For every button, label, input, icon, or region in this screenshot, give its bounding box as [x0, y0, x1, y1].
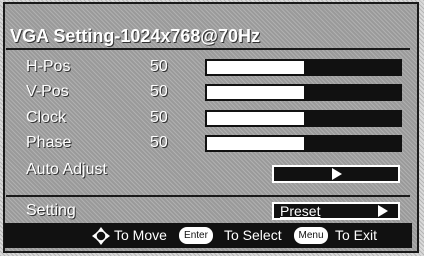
directional-pad-icon	[92, 227, 110, 245]
menu-key-icon: Menu	[294, 227, 328, 244]
preset-selector[interactable]: Preset	[272, 202, 400, 220]
clock-value: 50	[150, 109, 168, 126]
preset-option: Preset	[280, 203, 321, 219]
h-pos-label: H-Pos	[26, 58, 71, 75]
v-pos-slider-fill	[303, 86, 400, 99]
move-hint: To Move	[114, 227, 167, 243]
setting-label: Setting	[26, 202, 76, 219]
auto-adjust-label: Auto Adjust	[26, 161, 107, 178]
footer-hint-bar: To Move Enter To Select Menu To Exit	[4, 223, 412, 248]
phase-label: Phase	[26, 134, 72, 151]
play-arrow-icon	[332, 168, 342, 180]
phase-slider-fill	[303, 137, 400, 150]
v-pos-label: V-Pos	[26, 83, 69, 100]
setting-divider	[6, 195, 410, 197]
enter-key-icon: Enter	[179, 227, 213, 244]
auto-adjust-button[interactable]	[272, 165, 400, 183]
select-hint: To Select	[224, 227, 282, 243]
clock-slider[interactable]	[205, 110, 402, 127]
phase-value: 50	[150, 134, 168, 151]
v-pos-value: 50	[150, 83, 168, 100]
title-divider	[6, 48, 410, 50]
h-pos-value: 50	[150, 58, 168, 75]
clock-label: Clock	[26, 109, 67, 126]
arrow-right-icon	[378, 205, 388, 217]
h-pos-slider[interactable]	[205, 59, 402, 76]
exit-hint: To Exit	[335, 227, 378, 243]
clock-slider-fill	[303, 112, 400, 125]
v-pos-slider[interactable]	[205, 84, 402, 101]
menu-title: VGA Setting-1024x768@70Hz	[10, 26, 260, 46]
phase-slider[interactable]	[205, 135, 402, 152]
h-pos-slider-fill	[303, 61, 400, 74]
